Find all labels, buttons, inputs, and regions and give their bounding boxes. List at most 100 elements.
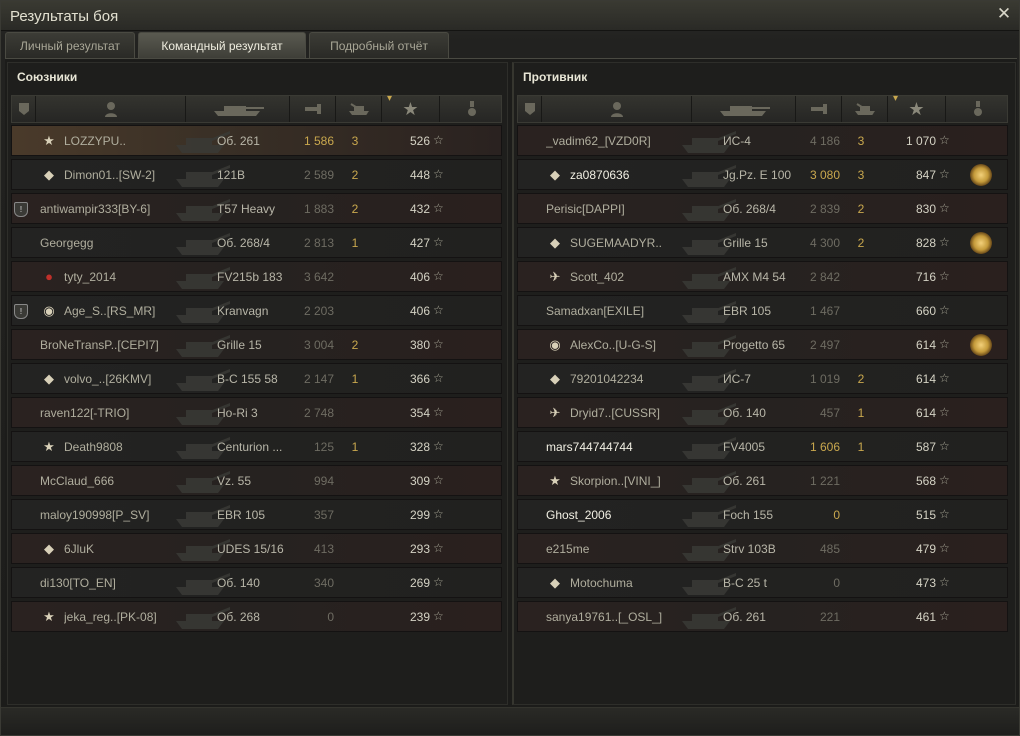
damage-value: 1 019	[809, 372, 840, 386]
vehicle-name: FV4005	[723, 440, 766, 454]
damage-column-icon[interactable]	[290, 96, 336, 122]
player-badge-icon: ●	[45, 269, 53, 284]
table-row[interactable]: e215me Strv 103B 485 479 ☆	[517, 533, 1008, 564]
tab-personal[interactable]: Личный результат	[5, 32, 135, 58]
damage-value: 357	[313, 508, 334, 522]
player-name[interactable]: Perisic[DAPPI]	[546, 202, 696, 216]
player-name[interactable]: maloy190998[P_SV]	[40, 508, 190, 522]
xp-star-icon: ☆	[939, 405, 950, 419]
kills-value: 1	[857, 440, 865, 454]
table-row[interactable]: BroNeTransP..[CEPI7] Grille 15 3 004 2 380 ☆	[11, 329, 502, 360]
player-name[interactable]: e215me	[546, 542, 696, 556]
damage-value: 994	[313, 474, 334, 488]
xp-star-icon: ☆	[939, 507, 950, 521]
player-badge-icon: ✈	[549, 405, 561, 420]
player-name[interactable]: antiwampir333[BY-6]	[40, 202, 190, 216]
player-name[interactable]: sanya19761..[_OSL_]	[546, 610, 696, 624]
vehicle-column-icon[interactable]	[692, 96, 796, 122]
player-name[interactable]: raven122[-TRIO]	[40, 406, 190, 420]
table-row[interactable]: ◆ za0870636 Jg.Pz. E 100 3 080 3 847 ☆	[517, 159, 1008, 190]
player-name[interactable]: Georgegg	[40, 236, 190, 250]
xp-value: 614	[915, 372, 936, 386]
table-row[interactable]: ✈ Scott_402 AMX M4 54 2 842 716 ☆	[517, 261, 1008, 292]
kills-column-icon[interactable]	[842, 96, 888, 122]
table-row[interactable]: ◆ 6JluK UDES 15/16 413 293 ☆	[11, 533, 502, 564]
table-row[interactable]: ◉ AlexCo..[U-G-S] Progetto 65 2 497 614 ☆	[517, 329, 1008, 360]
table-row[interactable]: di130[TO_EN] Об. 140 340 269 ☆	[11, 567, 502, 598]
clan-column-icon[interactable]	[12, 96, 36, 122]
medal-column-icon[interactable]	[440, 96, 503, 122]
table-row[interactable]: Samadxan[EXILE] EBR 105 1 467 660 ☆	[517, 295, 1008, 326]
xp-star-icon: ☆	[939, 235, 950, 249]
xp-star-icon: ☆	[939, 371, 950, 385]
xp-value: 354	[409, 406, 430, 420]
table-row[interactable]: ! ◉ Age_S..[RS_MR] Kranvagn 2 203 406 ☆	[11, 295, 502, 326]
vehicle-column-icon[interactable]	[186, 96, 290, 122]
xp-column-icon[interactable]: ▾ ★	[382, 93, 440, 122]
table-row[interactable]: ✈ Dryid7..[CUSSR] Об. 140 457 1 614 ☆	[517, 397, 1008, 428]
damage-value: 0	[327, 610, 334, 624]
table-row[interactable]: sanya19761..[_OSL_] Об. 261 221 461 ☆	[517, 601, 1008, 632]
medal-icon[interactable]	[970, 164, 992, 186]
medal-icon[interactable]	[970, 232, 992, 254]
table-row[interactable]: ★ Skorpion..[VINI_] Об. 261 1 221 568 ☆	[517, 465, 1008, 496]
table-row[interactable]: ◆ SUGEMAADYR.. Grille 15 4 300 2 828 ☆	[517, 227, 1008, 258]
table-row[interactable]: ◆ volvo_..[26KMV] B-C 155 58 2 147 1 366 ☆	[11, 363, 502, 394]
player-name[interactable]: di130[TO_EN]	[40, 576, 190, 590]
player-name[interactable]: Ghost_2006	[546, 508, 696, 522]
clan-column-icon[interactable]	[518, 96, 542, 122]
table-row[interactable]: ★ LOZZYPU.. Об. 261 1 586 3 526 ☆	[11, 125, 502, 156]
table-row[interactable]: Perisic[DAPPI] Об. 268/4 2 839 2 830 ☆	[517, 193, 1008, 224]
tab-team[interactable]: Командный результат	[138, 32, 306, 58]
table-row[interactable]: Georgegg Об. 268/4 2 813 1 427 ☆	[11, 227, 502, 258]
medal-column-icon[interactable]	[946, 96, 1009, 122]
table-row[interactable]: mars744744744 FV4005 1 606 1 587 ☆	[517, 431, 1008, 462]
player-name[interactable]: mars744744744	[546, 440, 696, 454]
table-row[interactable]: ! antiwampir333[BY-6] T57 Heavy 1 883 2 432 ☆	[11, 193, 502, 224]
table-row[interactable]: McClaud_666 Vz. 55 994 309 ☆	[11, 465, 502, 496]
damage-value: 485	[819, 542, 840, 556]
medal-icon[interactable]	[970, 334, 992, 356]
battle-results-window: Результаты боя ✕ Личный результат Команд…	[0, 0, 1020, 736]
xp-star-icon: ☆	[433, 473, 444, 487]
damage-column-icon[interactable]	[796, 96, 842, 122]
close-icon[interactable]: ✕	[995, 4, 1013, 24]
player-badge-icon: ◆	[44, 167, 54, 182]
kills-column-icon[interactable]	[336, 96, 382, 122]
kills-value: 2	[351, 202, 359, 216]
vehicle-name: Strv 103B	[723, 542, 776, 556]
table-row[interactable]: ◆ 79201042234 ИС-7 1 019 2 614 ☆	[517, 363, 1008, 394]
results-content: Союзники ▾ ★ ★ LOZZYPU.. Об. 261 1 586 3…	[5, 58, 1017, 706]
vehicle-name: Ho-Ri 3	[217, 406, 258, 420]
xp-column-icon[interactable]: ▾ ★	[888, 93, 946, 122]
table-row[interactable]: _vadim62_[VZD0R] ИС-4 4 186 3 1 070 ☆	[517, 125, 1008, 156]
table-row[interactable]: ★ Death9808 Centurion ... 125 1 328 ☆	[11, 431, 502, 462]
player-column-icon[interactable]	[542, 96, 692, 122]
player-name[interactable]: McClaud_666	[40, 474, 190, 488]
damage-value: 1 221	[809, 474, 840, 488]
table-row[interactable]: Ghost_2006 Foch 155 0 515 ☆	[517, 499, 1008, 530]
damage-value: 413	[313, 542, 334, 556]
kills-value: 2	[351, 338, 359, 352]
tab-detailed[interactable]: Подробный отчёт	[309, 32, 449, 58]
tab-bar: Личный результат Командный результат Под…	[5, 32, 452, 58]
table-row[interactable]: ● tyty_2014 FV215b 183 3 642 406 ☆	[11, 261, 502, 292]
table-row[interactable]: ★ jeka_reg..[PK-08] Об. 268 0 239 ☆	[11, 601, 502, 632]
player-name[interactable]: BroNeTransP..[CEPI7]	[40, 338, 190, 352]
xp-value: 328	[409, 440, 430, 454]
table-row[interactable]: ◆ Motochuma B-C 25 t 0 473 ☆	[517, 567, 1008, 598]
table-row[interactable]: raven122[-TRIO] Ho-Ri 3 2 748 354 ☆	[11, 397, 502, 428]
clan-shield-icon: !	[14, 304, 28, 319]
xp-star-icon: ☆	[433, 575, 444, 589]
player-name[interactable]: Samadxan[EXILE]	[546, 304, 696, 318]
vehicle-name: Об. 140	[217, 576, 260, 590]
player-name[interactable]: _vadim62_[VZD0R]	[546, 134, 696, 148]
xp-value: 587	[915, 440, 936, 454]
xp-value: 568	[915, 474, 936, 488]
player-column-icon[interactable]	[36, 96, 186, 122]
table-row[interactable]: ◆ Dimon01..[SW-2] 121B 2 589 2 448 ☆	[11, 159, 502, 190]
table-row[interactable]: maloy190998[P_SV] EBR 105 357 299 ☆	[11, 499, 502, 530]
xp-star-icon: ☆	[433, 371, 444, 385]
xp-star-icon: ☆	[433, 235, 444, 249]
vehicle-name: Об. 140	[723, 406, 766, 420]
